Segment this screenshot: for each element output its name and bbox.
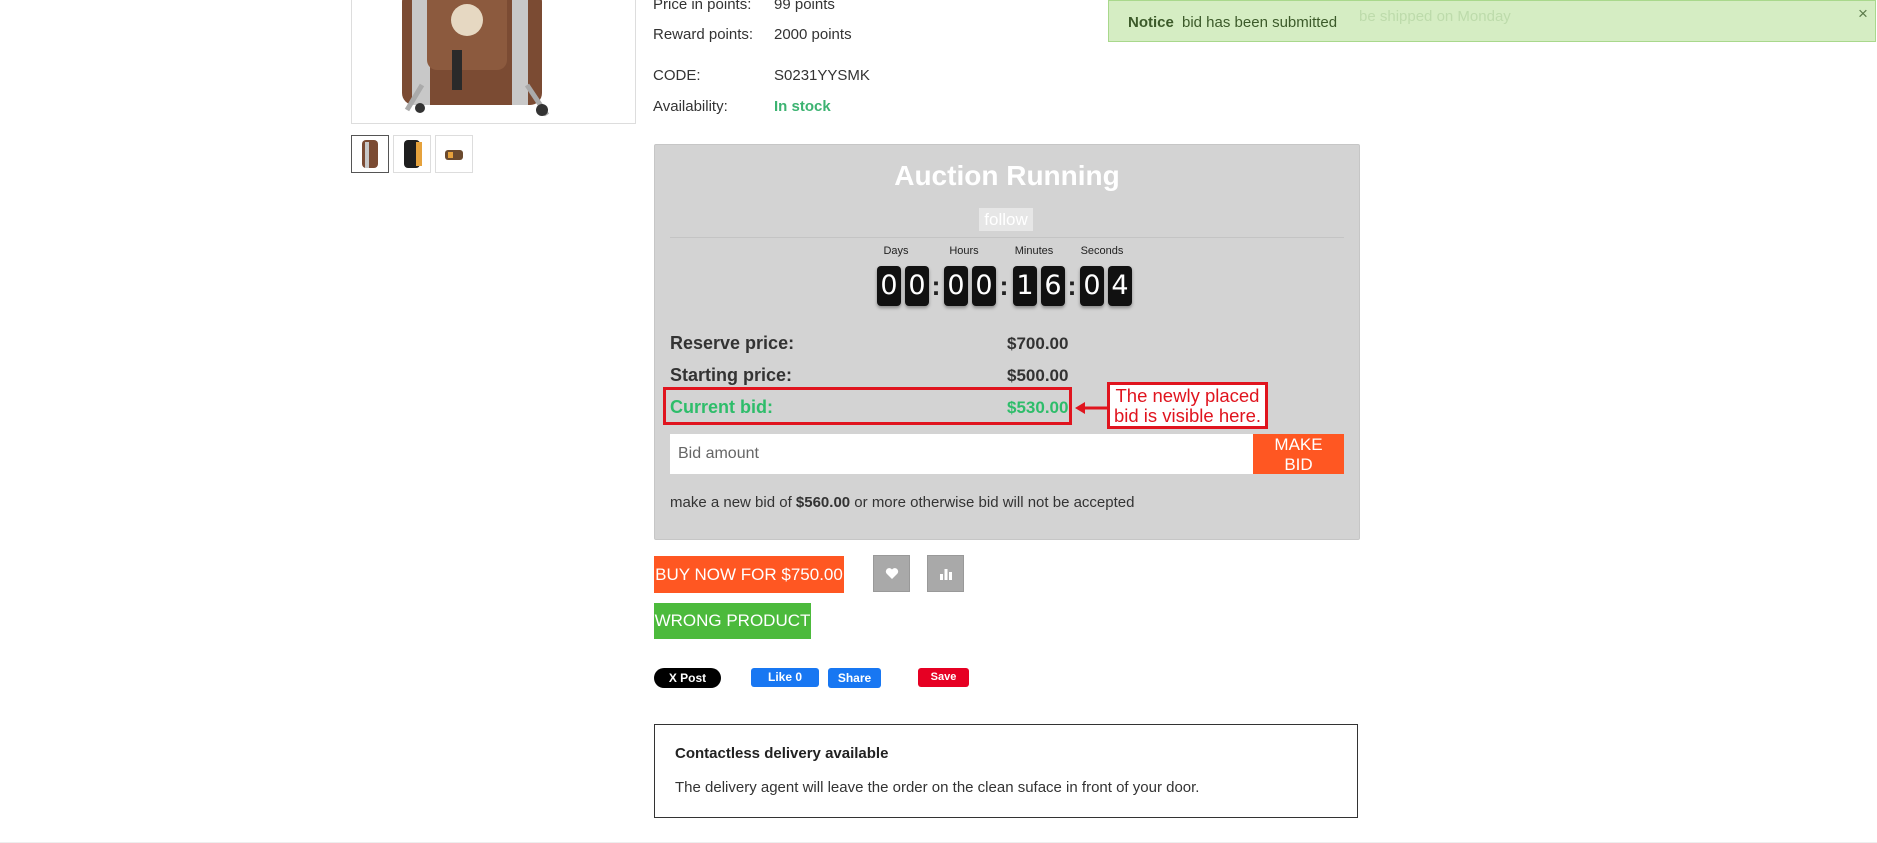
countdown-days-digit-1: 0	[877, 266, 901, 306]
annotation-line-2: bid is visible here.	[1113, 405, 1262, 426]
product-thumbnail-3[interactable]	[435, 135, 473, 173]
countdown-days-digit-2: 0	[905, 266, 929, 306]
availability-value: In stock	[774, 98, 831, 115]
code-value: S0231YYSMK	[774, 67, 870, 84]
countdown-minutes-digit-1: 1	[1013, 266, 1037, 306]
x-post-button[interactable]: X Post	[654, 668, 721, 688]
pinterest-save-button[interactable]: Save	[918, 668, 969, 687]
countdown-days-label: Days	[883, 245, 909, 257]
follow-button[interactable]: follow	[979, 208, 1033, 231]
add-to-compare-button[interactable]	[927, 555, 964, 592]
price-in-points-value: 99 points	[774, 0, 835, 13]
starting-price-label: Starting price:	[670, 365, 793, 385]
product-thumbnail-2[interactable]	[393, 135, 431, 173]
bid-hint-prefix: make a new bid of	[670, 494, 796, 511]
notice-close-icon[interactable]: ×	[1858, 4, 1868, 24]
price-in-points-label: Price in points:	[653, 0, 752, 13]
facebook-like-button[interactable]: Like 0	[751, 668, 819, 687]
bar-chart-icon	[939, 568, 952, 580]
annotation-line-1: The newly placed	[1115, 385, 1260, 406]
countdown-separator: :	[931, 271, 941, 301]
notice-message: bid has been submitted	[1182, 14, 1338, 31]
make-bid-button[interactable]: MAKE BID	[1253, 434, 1344, 474]
countdown-separator: :	[1067, 271, 1077, 301]
facebook-share-button[interactable]: Share	[828, 668, 881, 688]
auction-divider	[670, 237, 1344, 238]
notice-banner: be shipped on Monday Notice bid has been…	[1108, 0, 1876, 42]
auction-title: Auction Running	[894, 160, 1120, 191]
countdown-seconds-digit-1: 0	[1080, 266, 1104, 306]
reward-points-label: Reward points:	[653, 26, 754, 43]
annotation-callout: The newly placed bid is visible here.	[1107, 382, 1268, 429]
countdown-seconds-digit-2: 4	[1108, 266, 1132, 306]
reward-points-value: 2000 points	[774, 26, 852, 43]
auction-panel: Auction Running follow Days Hours Minute…	[654, 144, 1360, 540]
countdown-hours-label: Hours	[949, 245, 979, 257]
wrong-product-button[interactable]: WRONG PRODUCT	[654, 603, 811, 639]
buy-now-button[interactable]: BUY NOW FOR $750.00	[654, 556, 844, 593]
current-bid-highlight-box	[663, 387, 1072, 425]
countdown-minutes-digit-2: 6	[1041, 266, 1065, 306]
delivery-text: The delivery agent will leave the order …	[675, 779, 1200, 796]
reserve-price-value: $700.00	[1007, 334, 1069, 353]
availability-label: Availability:	[653, 98, 728, 115]
annotation-arrow-icon	[1075, 402, 1107, 414]
countdown-separator: :	[999, 271, 1009, 301]
countdown-minutes-label: Minutes	[1014, 245, 1054, 257]
code-label: CODE:	[653, 67, 701, 84]
reserve-price-label: Reserve price:	[670, 333, 795, 353]
starting-price-value: $500.00	[1007, 366, 1069, 385]
delivery-title: Contactless delivery available	[675, 745, 889, 762]
delivery-info-box: Contactless delivery available The deliv…	[654, 724, 1358, 818]
countdown-hours-digit-2: 0	[972, 266, 996, 306]
product-thumbnail-1[interactable]	[351, 135, 389, 173]
notice-title: Notice	[1128, 14, 1174, 31]
add-to-wishlist-button[interactable]	[873, 555, 910, 592]
countdown-hours-digit-1: 0	[944, 266, 968, 306]
notice-background-text: be shipped on Monday	[1359, 8, 1511, 25]
heart-icon	[885, 568, 898, 579]
bid-amount-input[interactable]	[670, 434, 1256, 474]
bid-hint-amount: $560.00	[795, 494, 851, 511]
bid-hint-suffix: or more otherwise bid will not be accept…	[850, 494, 1135, 511]
product-main-image[interactable]	[351, 0, 636, 124]
countdown-seconds-label: Seconds	[1080, 245, 1124, 257]
bid-hint: make a new bid of $560.00 or more otherw…	[670, 494, 1134, 511]
